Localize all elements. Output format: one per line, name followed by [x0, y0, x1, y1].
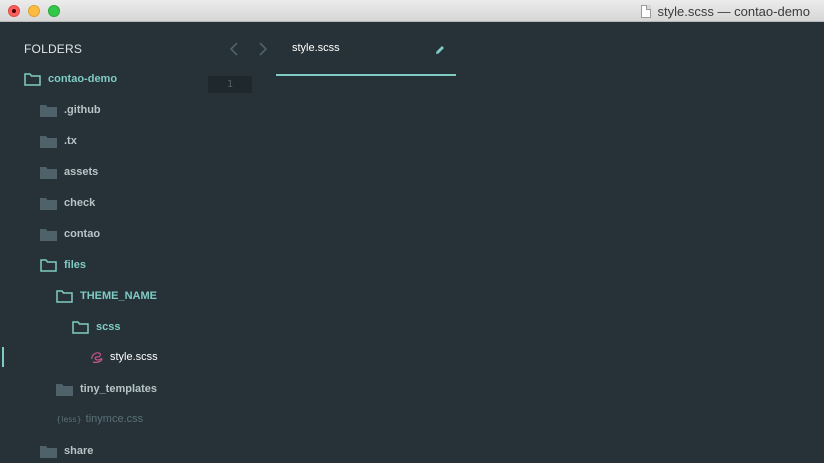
active-tab-indicator: [276, 74, 456, 76]
folder-open-icon: [24, 72, 41, 86]
document-icon: [640, 4, 651, 18]
window-title-group: style.scss — contao-demo: [640, 3, 810, 19]
tree-item-tinymce-css[interactable]: {less} tinymce.css: [0, 407, 210, 431]
pencil-icon[interactable]: [434, 44, 446, 56]
selection-indicator: [2, 347, 4, 367]
window-title: style.scss — contao-demo: [657, 3, 810, 19]
tree-item-check[interactable]: check: [0, 191, 210, 215]
tree-item-label: assets: [64, 166, 99, 178]
line-number: 1: [208, 76, 252, 93]
folders-header: FOLDERS: [24, 42, 83, 56]
chevron-right-icon[interactable]: [255, 41, 269, 57]
close-window-button[interactable]: [8, 5, 20, 17]
tree-item-contao-demo[interactable]: contao-demo: [0, 67, 210, 91]
tree-item-label: THEME_NAME: [80, 290, 158, 302]
tree-item-tiny-templates[interactable]: tiny_templates: [0, 377, 210, 401]
folder-open-icon: [72, 320, 89, 334]
minimize-window-button[interactable]: [28, 5, 40, 17]
tree-item-contao[interactable]: contao: [0, 222, 210, 246]
tree-item-label: .github: [64, 104, 101, 116]
tree-item-label: contao: [64, 228, 101, 240]
chevron-left-icon[interactable]: [228, 41, 242, 57]
tree-item-label: style.scss: [110, 351, 158, 363]
folder-icon: [40, 135, 57, 148]
tree-item-style-scss[interactable]: style.scss: [0, 345, 210, 369]
folder-open-icon: [56, 289, 73, 303]
sass-file-icon: [91, 352, 103, 363]
tree-item-share[interactable]: share: [0, 439, 210, 463]
tree-item-label: check: [64, 197, 96, 209]
folder-icon: [40, 228, 57, 241]
tree-item-label: files: [64, 259, 87, 271]
tree-item-theme-name[interactable]: THEME_NAME: [0, 284, 210, 308]
title-bar[interactable]: style.scss — contao-demo: [0, 0, 824, 22]
tree-item-label: tiny_templates: [80, 383, 158, 395]
tree-item-files[interactable]: files: [0, 253, 210, 277]
tree-item-github[interactable]: .github: [0, 98, 210, 122]
tree-item-label: tinymce.css: [85, 413, 144, 425]
folder-open-icon: [40, 258, 57, 272]
tree-item-scss[interactable]: scss: [0, 315, 210, 339]
tree-item-label: scss: [96, 321, 121, 333]
tree-item-label: share: [64, 445, 94, 457]
editor-window: style.scss — contao-demo FOLDERS contao-…: [0, 0, 824, 463]
less-file-icon: {less}: [56, 414, 82, 424]
tree-item-assets[interactable]: assets: [0, 160, 210, 184]
maximize-window-button[interactable]: [48, 5, 60, 17]
tab-label: style.scss: [292, 42, 340, 54]
folder-icon: [40, 445, 57, 458]
tree-item-label: contao-demo: [48, 73, 118, 85]
folder-icon: [40, 197, 57, 210]
folder-icon: [40, 166, 57, 179]
sidebar: FOLDERS contao-demo .github .tx assets c…: [0, 22, 210, 463]
tab-style-scss[interactable]: style.scss: [276, 32, 456, 76]
tree-item-label: .tx: [64, 135, 77, 147]
folder-icon: [40, 104, 57, 117]
tree-item-tx[interactable]: .tx: [0, 129, 210, 153]
folder-icon: [56, 383, 73, 396]
